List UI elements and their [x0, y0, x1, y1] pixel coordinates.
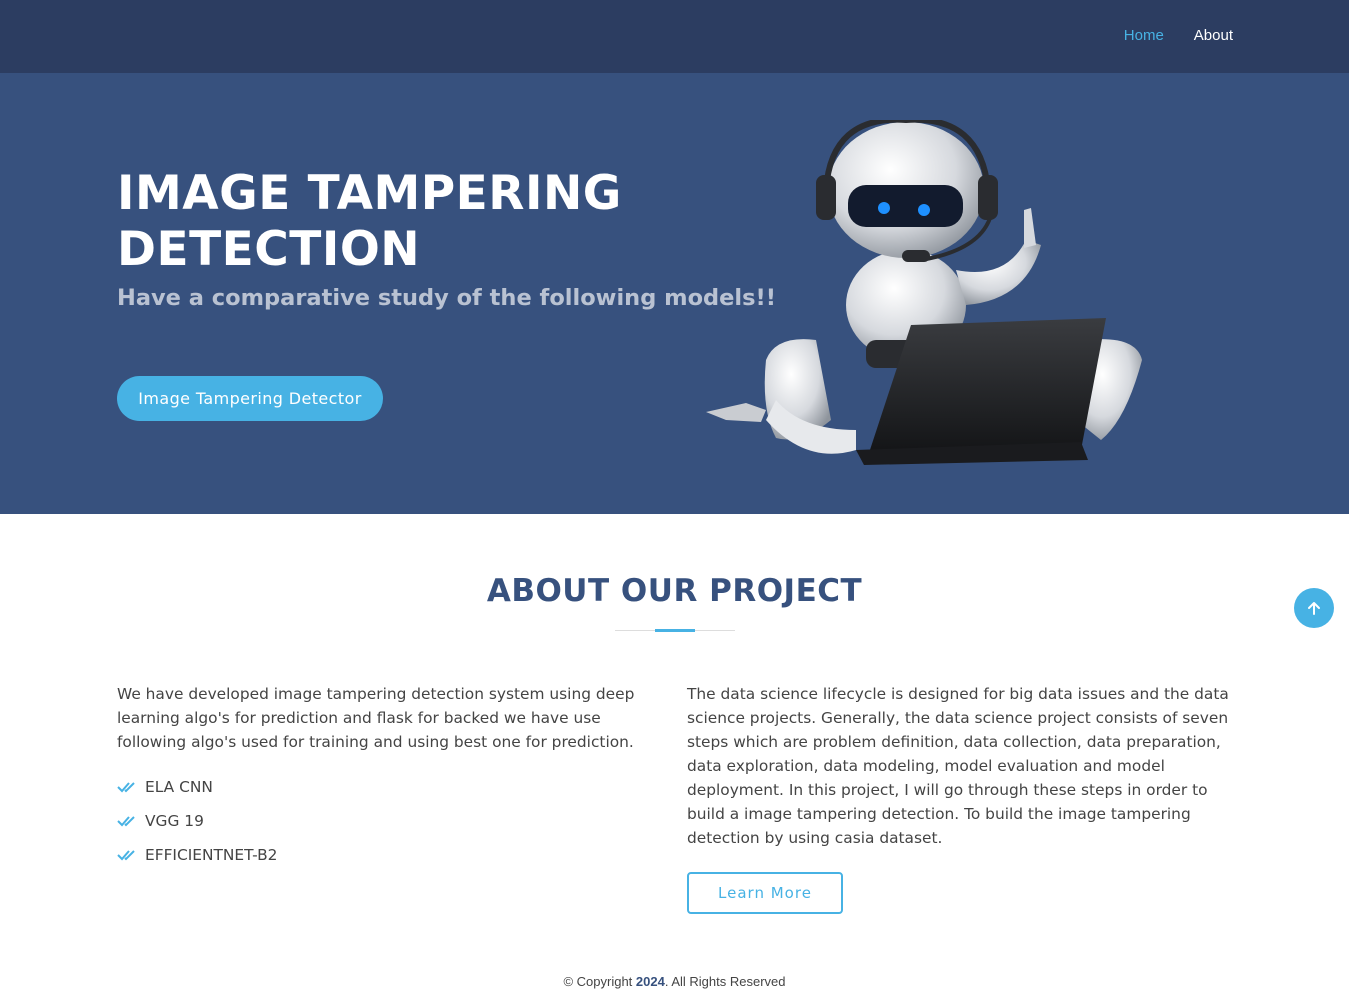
list-item: ELA CNN: [117, 770, 662, 804]
about-left-paragraph: We have developed image tampering detect…: [117, 685, 635, 751]
robot-with-laptop-icon: [706, 120, 1142, 465]
nav-home-link[interactable]: Home: [1124, 25, 1164, 47]
copyright-year: 2024: [635, 974, 665, 989]
hero-section: IMAGE TAMPERING DETECTION Have a compara…: [0, 73, 1349, 514]
main-nav: Home About: [1124, 25, 1233, 47]
site-header: Home About: [0, 0, 1349, 73]
hero-subtitle: Have a comparative study of the followin…: [117, 285, 777, 311]
footer-copyright: © Copyright 2024. All Rights Reserved: [0, 974, 1349, 989]
title-divider-accent: [655, 629, 695, 632]
hero-title: IMAGE TAMPERING DETECTION: [117, 166, 622, 277]
arrow-up-icon: [1308, 602, 1320, 615]
learn-more-button[interactable]: Learn More: [687, 872, 843, 914]
copyright-prefix: © Copyright: [563, 974, 636, 989]
model-name: ELA CNN: [145, 778, 213, 796]
model-name: VGG 19: [145, 812, 204, 830]
list-item: EFFICIENTNET-B2: [117, 838, 662, 872]
about-right-column: The data science lifecycle is designed f…: [687, 682, 1235, 850]
about-right-paragraph: The data science lifecycle is designed f…: [687, 685, 1229, 847]
image-tampering-detector-button[interactable]: Image Tampering Detector: [117, 376, 383, 421]
about-section-title: ABOUT OUR PROJECT: [486, 573, 863, 609]
back-to-top-button[interactable]: [1294, 588, 1334, 628]
double-check-icon: [117, 816, 135, 827]
double-check-icon: [117, 782, 135, 793]
models-list: ELA CNN VGG 19 EFFICIENTNET-B2: [117, 770, 662, 872]
double-check-icon: [117, 850, 135, 861]
list-item: VGG 19: [117, 804, 662, 838]
copyright-suffix: . All Rights Reserved: [664, 974, 786, 989]
about-left-column: We have developed image tampering detect…: [117, 682, 662, 872]
model-name: EFFICIENTNET-B2: [145, 846, 278, 864]
nav-about-link[interactable]: About: [1194, 25, 1233, 47]
